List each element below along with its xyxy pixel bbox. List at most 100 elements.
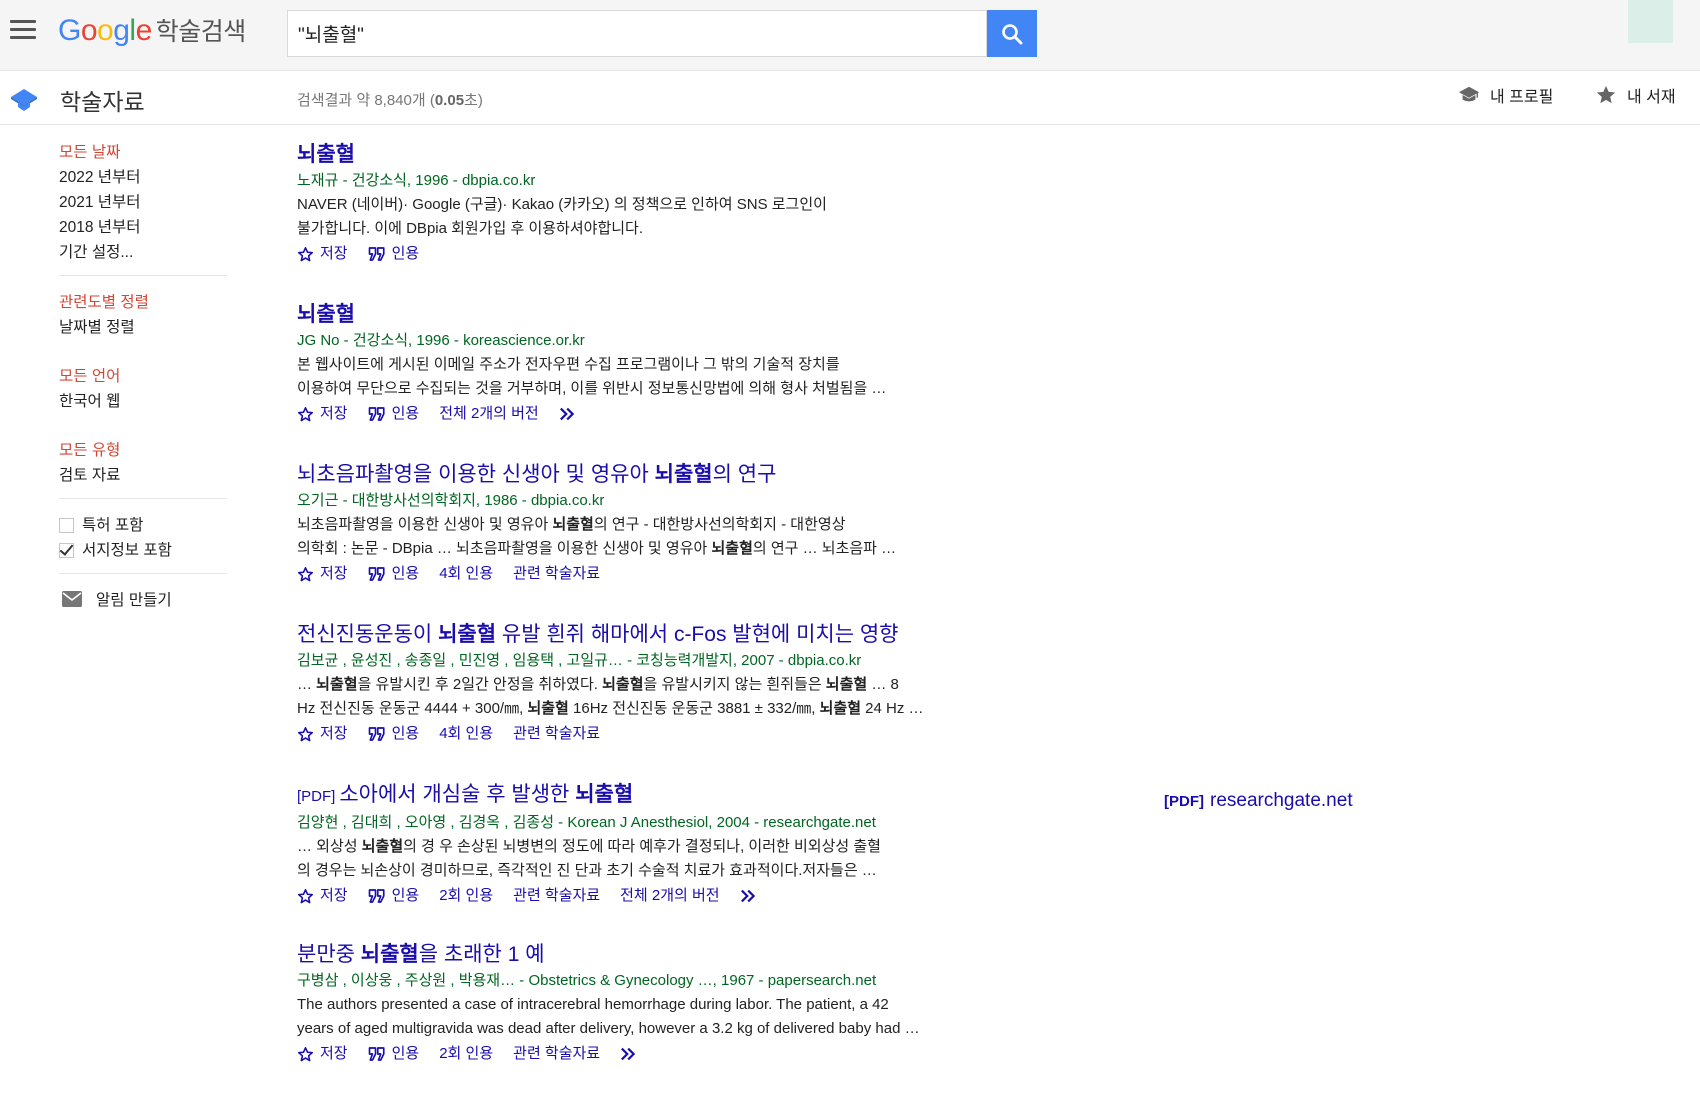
action-label: 2회 인용 <box>439 887 494 904</box>
action-link[interactable]: 관련 학술자료 <box>513 562 600 586</box>
sort-option[interactable]: 날짜별 정렬 <box>59 315 227 340</box>
action-link[interactable]: 관련 학술자료 <box>513 884 600 908</box>
my-profile-link[interactable]: 내 프로필 <box>1458 83 1553 107</box>
cite-button[interactable]: 인용 <box>368 1042 419 1066</box>
quote-icon <box>368 889 385 903</box>
action-link[interactable]: 전체 2개의 버전 <box>439 402 538 426</box>
quote-icon <box>368 567 385 581</box>
include-checkbox-row[interactable]: 특허 포함 <box>59 513 227 538</box>
top-bar: Google 학술검색 <box>0 0 1700 71</box>
account-corner[interactable] <box>1628 0 1673 43</box>
result-actions: 저장 인용 전체 2개의 버전 <box>297 402 1037 426</box>
result-title-link[interactable]: 전신진동운동이 뇌출혈 유발 흰쥐 해마에서 c-Fos 발현에 미치는 영향 <box>297 620 1037 650</box>
action-label: 저장 <box>320 405 348 422</box>
action-link[interactable]: 2회 인용 <box>439 884 493 908</box>
date-filter-option[interactable]: 2018 년부터 <box>59 215 227 240</box>
result-meta: 김보균 , 윤성진 , 송종일 , 민진영 , 임용택 , 고일규… - 코칭능… <box>297 652 862 669</box>
create-alert-link[interactable]: 알림 만들기 <box>59 588 227 610</box>
save-button[interactable]: 저장 <box>297 562 348 586</box>
action-link[interactable]: 4회 인용 <box>439 722 493 746</box>
sort-option[interactable]: 관련도별 정렬 <box>59 290 227 315</box>
cite-button[interactable]: 인용 <box>368 722 420 746</box>
logo-word: Google <box>58 14 152 47</box>
language-filter-group: 모든 언어 한국어 웹 <box>59 364 227 424</box>
action-link[interactable]: 2회 인용 <box>439 1042 493 1066</box>
date-filter-option[interactable]: 2021 년부터 <box>59 190 227 215</box>
include-checkbox-row[interactable]: 서지정보 포함 <box>59 538 227 563</box>
action-link[interactable]: 전체 2개의 버전 <box>620 884 719 908</box>
more-options-icon <box>559 407 574 421</box>
result-title-link[interactable]: [PDF] 소아에서 개심술 후 발생한 뇌출혈 <box>297 780 1037 812</box>
side-pdf-link[interactable]: [PDF] researchgate.net <box>1164 790 1353 812</box>
save-button[interactable]: 저장 <box>297 722 348 746</box>
title-text: 뇌초음파촬영을 이용한 신생아 및 영유아 <box>297 463 655 486</box>
type-filter-group: 모든 유형 검토 자료 <box>59 438 227 499</box>
search-button[interactable] <box>987 10 1037 57</box>
result-meta: 김양현 , 김대희 , 오아영 , 김경옥 , 김종성 - Korean J A… <box>297 814 876 831</box>
result-title-link[interactable]: 뇌출혈 <box>297 140 1037 170</box>
more-button[interactable] <box>740 888 760 904</box>
quote-icon <box>368 1047 385 1061</box>
language-filter-option[interactable]: 모든 언어 <box>59 364 227 389</box>
cite-button[interactable]: 인용 <box>368 562 420 586</box>
cite-button[interactable]: 인용 <box>368 242 419 266</box>
more-button[interactable] <box>620 1046 640 1062</box>
more-button[interactable] <box>559 406 579 422</box>
cite-button[interactable]: 인용 <box>368 884 419 908</box>
checkbox[interactable] <box>59 543 74 558</box>
action-label: 4회 인용 <box>439 725 494 742</box>
page-title: 학술자료 <box>60 89 145 115</box>
my-library-link[interactable]: 내 서재 <box>1595 83 1676 107</box>
checkbox[interactable] <box>59 518 74 533</box>
more-options-icon <box>740 889 755 903</box>
my-library-label: 내 서재 <box>1627 89 1676 106</box>
action-link[interactable]: 관련 학술자료 <box>513 1042 600 1066</box>
search-input[interactable] <box>288 11 986 56</box>
cite-button[interactable]: 인용 <box>368 402 420 426</box>
action-label: 2회 인용 <box>439 1045 494 1062</box>
action-label: 저장 <box>320 1045 348 1062</box>
action-link[interactable]: 관련 학술자료 <box>513 722 600 746</box>
search-result: 뇌초음파촬영을 이용한 신생아 및 영유아 뇌출혈의 연구 오기근 - 대한방사선… <box>297 460 1037 620</box>
search-results: 뇌출혈 노재규 - 건강소식, 1996 - dbpia.co.kr NAVER (… <box>297 140 1037 1095</box>
create-alert-label: 알림 만들기 <box>96 592 172 609</box>
logo-suffix: 학술검색 <box>155 18 247 46</box>
result-actions: 저장 인용 4회 인용 관련 학술자료 <box>297 722 1037 746</box>
save-button[interactable]: 저장 <box>297 402 348 426</box>
result-title-link[interactable]: 분만중 뇌출혈을 초래한 1 예 <box>297 940 1037 970</box>
action-label: 인용 <box>391 405 420 422</box>
type-filter-option[interactable]: 검토 자료 <box>59 463 227 488</box>
action-label: 관련 학술자료 <box>513 887 601 904</box>
date-filter-option[interactable]: 모든 날짜 <box>59 140 227 165</box>
result-title-link[interactable]: 뇌초음파촬영을 이용한 신생아 및 영유아 뇌출혈의 연구 <box>297 460 1037 490</box>
result-title-link[interactable]: 뇌출혈 <box>297 300 1037 330</box>
action-link[interactable]: 4회 인용 <box>439 562 493 586</box>
save-button[interactable]: 저장 <box>297 242 348 266</box>
result-snippet: NAVER (네이버)· Google (구글)· Kakao (카카오) 의 … <box>297 196 827 237</box>
google-scholar-logo[interactable]: Google 학술검색 <box>58 12 246 48</box>
scholar-cap-icon <box>11 89 37 111</box>
hamburger-menu-icon[interactable] <box>10 20 36 42</box>
more-options-icon <box>621 1047 636 1061</box>
graduation-cap-icon <box>1458 86 1480 102</box>
my-profile-label: 내 프로필 <box>1490 89 1554 106</box>
save-button[interactable]: 저장 <box>297 884 348 908</box>
result-stats: 검색결과 약 8,840개 (0.05초) <box>297 92 483 109</box>
checkbox-label: 특허 포함 <box>82 517 144 534</box>
title-text: 을 초래한 1 예 <box>418 943 545 966</box>
save-button[interactable]: 저장 <box>297 1042 348 1066</box>
star-outline-icon <box>297 246 314 261</box>
date-filter-option[interactable]: 2022 년부터 <box>59 165 227 190</box>
search-result: 뇌출혈 노재규 - 건강소식, 1996 - dbpia.co.kr NAVER (… <box>297 140 1037 300</box>
result-actions: 저장 인용 2회 인용 관련 학술자료 <box>297 1042 1037 1066</box>
type-filter-option[interactable]: 모든 유형 <box>59 438 227 463</box>
star-outline-icon <box>297 406 314 421</box>
include-options-group: 특허 포함서지정보 포함 <box>59 513 227 574</box>
title-keyword: 뇌출혈 <box>654 463 713 486</box>
date-filter-option[interactable]: 기간 설정... <box>59 240 227 265</box>
search-icon <box>1002 23 1023 44</box>
action-label: 인용 <box>391 565 420 582</box>
language-filter-option[interactable]: 한국어 웹 <box>59 389 227 414</box>
quote-icon <box>368 727 385 741</box>
action-label: 인용 <box>391 725 420 742</box>
